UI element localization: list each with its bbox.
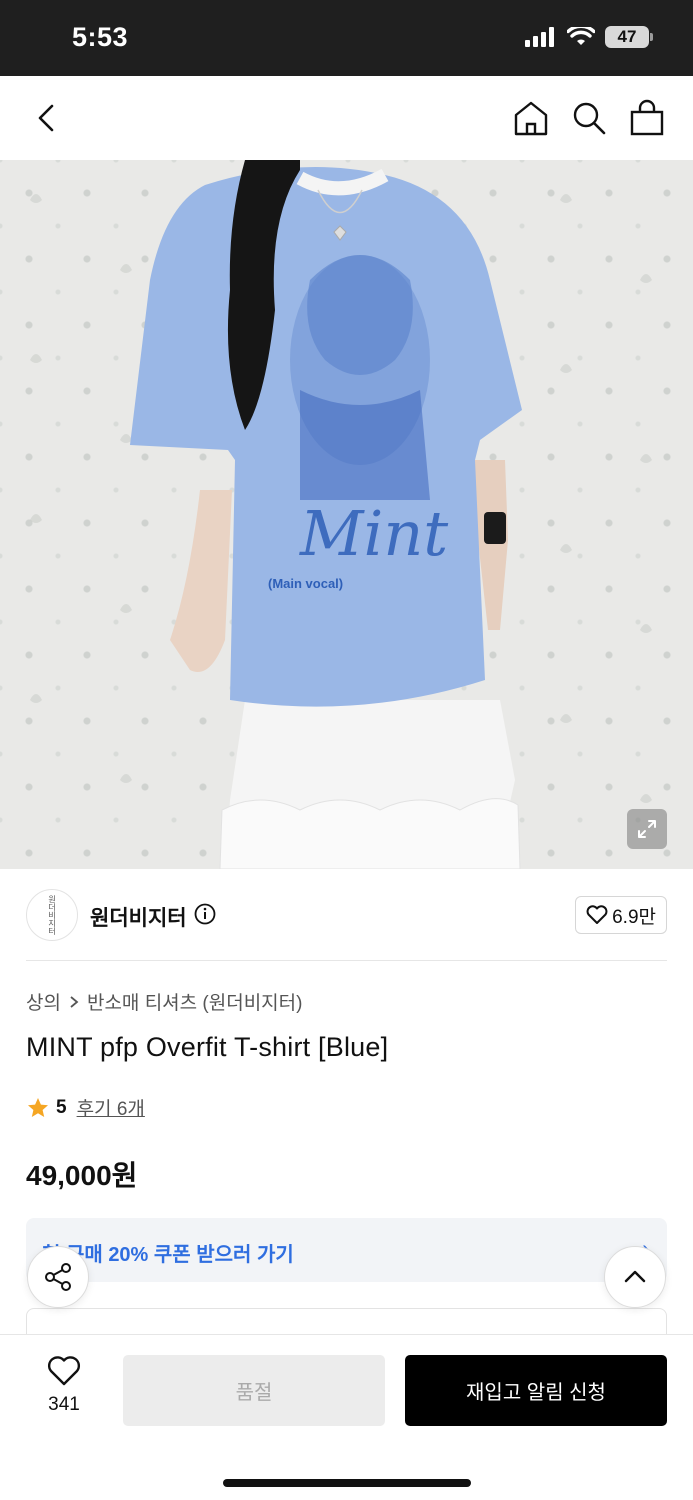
divider xyxy=(26,960,667,961)
product-title: MINT pfp Overfit T-shirt [Blue] xyxy=(26,1032,389,1062)
product-photo-illustration: Mint (Main vocal) xyxy=(30,160,652,869)
brand-logo-text: 원더비지터 xyxy=(47,895,57,935)
star-icon xyxy=(28,1097,48,1117)
product-price: 49,000원 xyxy=(26,1160,138,1191)
breadcrumb-category[interactable]: 상의 xyxy=(26,988,61,1015)
chevron-right-icon xyxy=(70,995,79,1008)
search-button[interactable] xyxy=(571,98,607,138)
coupon-banner[interactable]: 첫 구매 20% 쿠폰 받으러 가기 › xyxy=(26,1218,667,1282)
brand-name[interactable]: 원더비지터 xyxy=(90,902,187,932)
home-button[interactable] xyxy=(513,98,549,138)
nav-actions xyxy=(513,98,665,138)
wifi-icon xyxy=(567,27,595,45)
status-time: 5:53 xyxy=(72,22,129,52)
shopping-bag-icon xyxy=(630,99,664,136)
chevron-up-icon xyxy=(624,1270,646,1283)
chevron-left-icon xyxy=(38,104,54,132)
breadcrumb: 상의 반소매 티셔츠 (원더비지터) xyxy=(26,988,302,1015)
home-icon xyxy=(514,101,548,136)
status-icons: 47 xyxy=(525,26,653,48)
expand-icon xyxy=(638,820,656,838)
share-icon xyxy=(45,1263,71,1291)
heart-icon xyxy=(586,905,608,924)
info-icon[interactable] xyxy=(194,903,216,925)
search-icon xyxy=(573,102,606,135)
rating-score: 5 xyxy=(56,1096,67,1118)
bottom-action-bar: 341 품절 재입고 알림 신청 xyxy=(0,1334,693,1500)
shirt-print xyxy=(290,255,430,500)
brand-like-button[interactable]: 6.9만 xyxy=(575,896,667,934)
scroll-top-button[interactable] xyxy=(604,1246,666,1308)
share-button[interactable] xyxy=(27,1246,89,1308)
product-like-count: 341 xyxy=(48,1394,80,1415)
status-bar: 5:53 47 xyxy=(0,0,693,76)
signal-icon xyxy=(525,27,554,47)
cart-button[interactable] xyxy=(629,98,665,138)
brand-like-count: 6.9만 xyxy=(612,906,656,928)
battery-indicator: 47 xyxy=(605,26,653,48)
product-image[interactable]: Mint (Main vocal) xyxy=(0,160,693,869)
brand-row: 원더비지터 원더비지터 6.9만 xyxy=(26,888,667,942)
soldout-button: 품절 xyxy=(123,1355,385,1426)
restock-alert-button[interactable]: 재입고 알림 신청 xyxy=(405,1355,667,1426)
back-button[interactable] xyxy=(28,98,68,138)
breadcrumb-subcategory[interactable]: 반소매 티셔츠 (원더비지터) xyxy=(87,988,303,1015)
product-like-button[interactable]: 341 xyxy=(34,1355,94,1416)
home-indicator xyxy=(223,1479,471,1487)
heart-icon xyxy=(47,1356,81,1386)
expand-image-button[interactable] xyxy=(627,809,667,849)
brand-logo[interactable]: 원더비지터 xyxy=(26,889,78,941)
review-link[interactable]: 후기 6개 xyxy=(77,1094,145,1121)
shirt-print-sub: (Main vocal) xyxy=(268,576,343,591)
top-navigation xyxy=(0,76,693,160)
rating-row: 5 후기 6개 xyxy=(26,1094,145,1121)
shirt-print-script: Mint xyxy=(299,497,448,570)
